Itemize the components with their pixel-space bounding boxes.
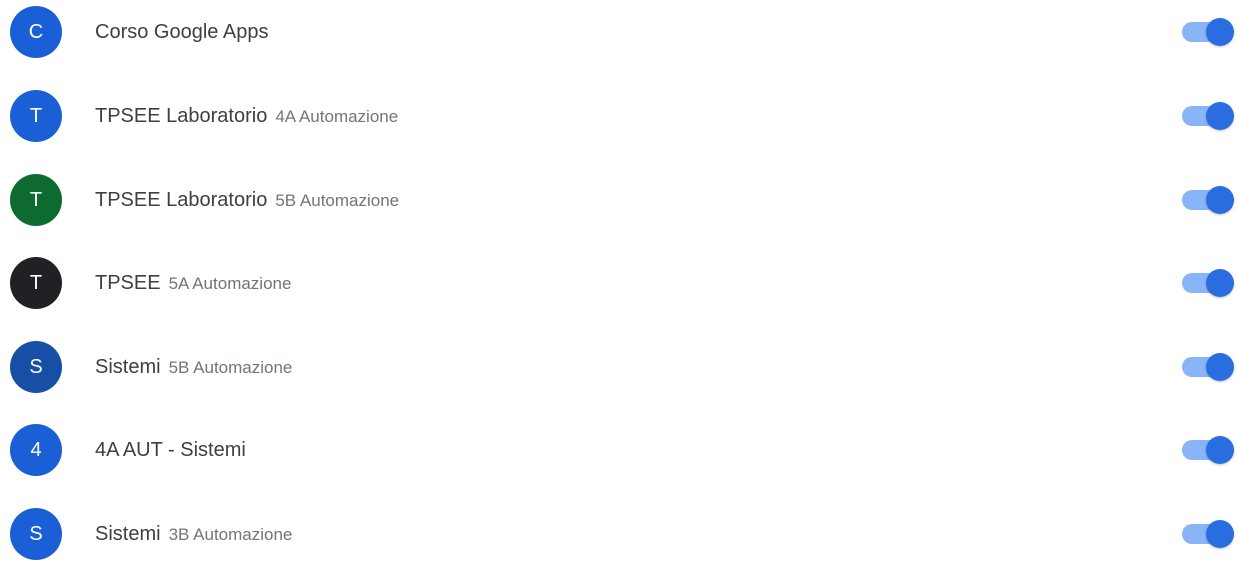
class-name: TPSEE Laboratorio	[95, 105, 268, 127]
class-list: C Corso Google Apps T TPSEE Laboratorio 4…	[0, 0, 1238, 560]
notification-toggle[interactable]	[1182, 102, 1238, 130]
class-name: TPSEE	[95, 272, 161, 294]
class-avatar: C	[10, 6, 62, 58]
class-text: TPSEE 5A Automazione	[95, 253, 291, 313]
class-avatar: S	[10, 341, 62, 393]
class-text: Corso Google Apps	[95, 2, 276, 62]
notification-toggle[interactable]	[1182, 18, 1238, 46]
class-subtitle: 5B Automazione	[275, 191, 400, 210]
class-row: T TPSEE Laboratorio 5B Automazione	[0, 170, 1238, 230]
class-name: TPSEE Laboratorio	[95, 189, 268, 211]
class-text: TPSEE Laboratorio 4A Automazione	[95, 86, 398, 146]
notification-toggle[interactable]	[1182, 436, 1238, 464]
class-text: Sistemi 3B Automazione	[95, 504, 292, 564]
notification-toggle[interactable]	[1182, 353, 1238, 381]
class-name: Sistemi	[95, 356, 161, 378]
class-row: S Sistemi 3B Automazione	[0, 504, 1238, 564]
class-subtitle: 3B Automazione	[168, 525, 293, 544]
class-subtitle: 5B Automazione	[168, 358, 293, 377]
toggle-thumb	[1206, 102, 1234, 130]
toggle-thumb	[1206, 18, 1234, 46]
toggle-thumb	[1206, 269, 1234, 297]
class-avatar: S	[10, 508, 62, 560]
class-name: 4A AUT - Sistemi	[95, 439, 246, 461]
toggle-thumb	[1206, 353, 1234, 381]
notification-toggle[interactable]	[1182, 520, 1238, 548]
class-row: S Sistemi 5B Automazione	[0, 337, 1238, 397]
class-row: T TPSEE Laboratorio 4A Automazione	[0, 86, 1238, 146]
class-name: Sistemi	[95, 523, 161, 545]
notification-toggle[interactable]	[1182, 269, 1238, 297]
class-subtitle: 4A Automazione	[275, 107, 399, 126]
class-text: 4A AUT - Sistemi	[95, 420, 254, 480]
class-row: C Corso Google Apps	[0, 2, 1238, 62]
class-name: Corso Google Apps	[95, 21, 269, 43]
class-text: TPSEE Laboratorio 5B Automazione	[95, 170, 399, 230]
class-text: Sistemi 5B Automazione	[95, 337, 292, 397]
class-subtitle: 5A Automazione	[168, 274, 292, 293]
class-row: T TPSEE 5A Automazione	[0, 253, 1238, 313]
class-avatar: T	[10, 174, 62, 226]
toggle-thumb	[1206, 520, 1234, 548]
class-avatar: T	[10, 90, 62, 142]
class-avatar: T	[10, 257, 62, 309]
class-row: 4 4A AUT - Sistemi	[0, 420, 1238, 480]
toggle-thumb	[1206, 186, 1234, 214]
class-avatar: 4	[10, 424, 62, 476]
toggle-thumb	[1206, 436, 1234, 464]
notification-toggle[interactable]	[1182, 186, 1238, 214]
